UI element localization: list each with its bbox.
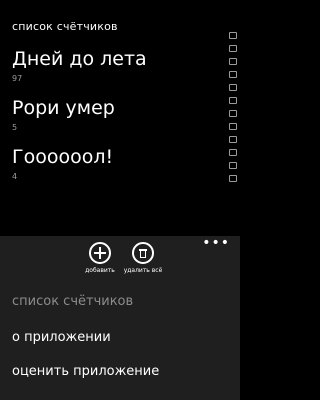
counter-item[interactable]: Гоооооол! 4: [12, 146, 113, 181]
counter-value: 4: [12, 172, 18, 181]
menu-item-about[interactable]: о приложении: [12, 330, 111, 345]
counter-name: Дней до лета: [12, 48, 147, 70]
app-bar: ••• добавить удалить всё список счётчико…: [0, 236, 240, 400]
more-options-button[interactable]: •••: [202, 236, 230, 250]
menu-item-counter-list[interactable]: список счётчиков: [12, 294, 133, 309]
menu-item-rate-app[interactable]: оценить приложение: [12, 364, 159, 379]
counter-item[interactable]: Дней до лета 97: [12, 48, 147, 83]
delete-all-button[interactable]: удалить всё: [120, 242, 166, 274]
side-scroll-indicator: [228, 32, 238, 202]
add-counter-button[interactable]: добавить: [77, 242, 123, 274]
trash-icon: [132, 242, 154, 264]
delete-button-label: удалить всё: [123, 267, 163, 274]
counter-value: 5: [12, 123, 18, 132]
counter-name: Рори умер: [12, 97, 115, 119]
page-title: список счётчиков: [12, 20, 118, 33]
add-button-label: добавить: [85, 267, 115, 274]
add-icon: [89, 242, 111, 264]
counter-name: Гоооооол!: [12, 146, 114, 168]
counter-value: 97: [12, 74, 23, 83]
counter-item[interactable]: Рори умер 5: [12, 97, 115, 132]
